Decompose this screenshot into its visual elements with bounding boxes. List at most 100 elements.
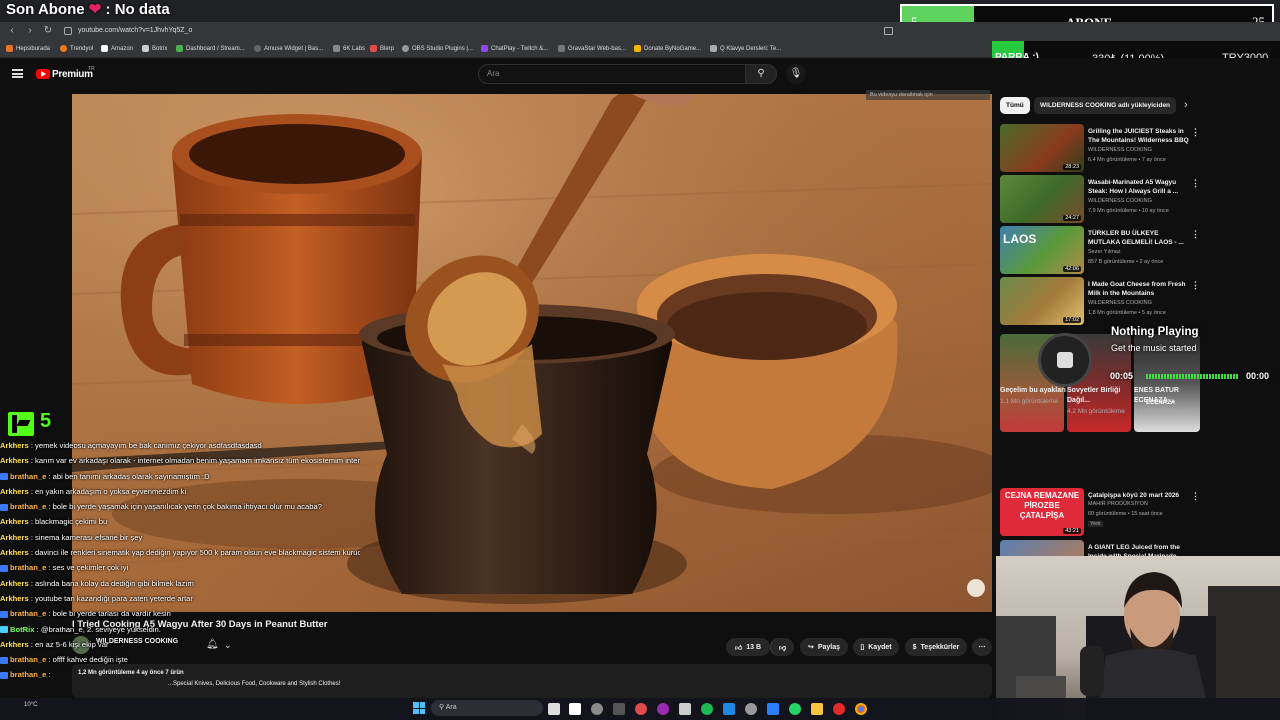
mic-icon[interactable]: 🎙 [786,64,806,84]
chat-username: Arkhers [0,517,29,527]
bookmark-item[interactable]: Q Klavye Dersleri: Te... [710,45,781,52]
new-badge: Yeni [1088,521,1103,527]
site-info-icon[interactable] [64,27,72,35]
app-icon[interactable] [767,703,779,715]
opera-icon[interactable] [833,703,845,715]
rec-meta: 60 görüntüleme • 15 saat önce [1088,511,1163,517]
more-icon[interactable]: ⋮ [1191,491,1200,502]
folder-icon[interactable] [811,703,823,715]
recommendation-item[interactable]: 28:23 Grilling the JUICIEST Steaks in Th… [1000,124,1200,172]
task-view-icon[interactable] [548,703,560,715]
spotify-icon[interactable] [701,703,713,715]
recommendation-item[interactable]: LAOS 42:06 TÜRKLER BU ÜLKEYE MUTLAKA GEL… [1000,226,1200,274]
chat-text: davinci ile renkleri sinematik yap dediğ… [35,548,360,558]
chat-username: Arkhers [0,532,29,542]
recommendation-item[interactable]: 17:02 I Made Goat Cheese from Fresh Milk… [1000,277,1200,325]
chat-message: Arkhers : sinema kamerası efsane bir şey [0,532,143,542]
dislike-button[interactable]: 👎︎ [770,638,794,656]
like-button[interactable]: 👍︎ 13 B [726,638,770,656]
search-icon: ⚲ [757,68,765,79]
app-icon[interactable] [635,703,647,715]
recommendation-item[interactable]: CEJNA REMAZANE PİROZBE ÇATALPİŞA 43:21 Ç… [1000,488,1200,536]
app-icon[interactable] [657,703,669,715]
thumbnail: 28:23 [1000,124,1084,172]
bookmark-item[interactable]: Botrix [142,45,167,52]
chip-all[interactable]: Tümü [1000,97,1030,114]
bookmark-item[interactable]: Hepsiburada [6,45,50,52]
share-icon: ↪ [807,644,814,651]
bookmark-item[interactable]: Amazon [101,45,133,52]
chrome-icon[interactable] [855,703,867,715]
explorer-icon[interactable] [569,703,581,715]
app-icon[interactable] [723,703,735,715]
chat-message: brathan_e : bole bi yerde tarlası da var… [0,606,360,621]
app-icon[interactable] [679,703,691,715]
chat-username: brathan_e [10,471,47,481]
whatsapp-icon[interactable] [789,703,801,715]
chat-message: Arkhers : davinci ile renkleri sinematik… [0,545,360,560]
bookmark-item[interactable]: Dashboard / Stream... [176,45,245,52]
recommendation-item[interactable]: A GIANT LEG Juiced from the Inside with … [1000,540,1200,556]
bookmark-item[interactable]: ChatPlay - Twitch &... [481,45,548,52]
start-icon[interactable] [413,702,425,714]
short-item[interactable]: Sovyetler Birliği Dağıl... 4,2 Mn görünt… [1067,386,1133,417]
chat-text: ses ve çekimler çok iyi [52,563,129,573]
bookmark-item[interactable]: OBS Studio Plugins |... [402,45,473,52]
app-icon[interactable] [745,703,757,715]
bookmark-item[interactable]: Donate ByNoGame... [634,45,701,52]
thanks-button[interactable]: $ Teşekkürler [905,638,967,656]
chat-badge-icon [0,610,8,618]
rec-meta: 7,9 Mn görüntüleme • 10 ay önce [1088,208,1169,214]
back-icon[interactable]: ‹ [6,25,18,37]
rec-meta: 6,4 Mn görüntüleme • 7 ay önce [1088,157,1166,163]
url-text[interactable]: youtube.com/watch?v=1JhvhYq5Z_o [78,27,192,34]
forward-icon[interactable]: › [24,25,36,37]
chat-message: brathan_e : ses ve çekimler çok iyi [0,560,360,575]
rec-channel: Sezer Yılmaz [1088,249,1121,255]
reload-icon[interactable]: ↻ [42,25,54,37]
chat-username: Arkhers [0,548,29,558]
chat-overlay: Arkhers : yemek videosu açmayayım be bak… [0,438,360,720]
chat-text: bole bi yerde yaşamak için yaşanılıcak y… [52,502,322,512]
more-icon[interactable]: ⋮ [1191,229,1200,240]
taskbar-search[interactable]: ⚲ Ara [431,700,543,716]
search-icon: ⚲ [439,704,446,711]
search-input[interactable]: Ara [478,64,746,84]
more-icon[interactable]: ⋮ [1191,127,1200,138]
bookmark-item[interactable]: Blerp [370,45,394,52]
app-icon[interactable] [591,703,603,715]
music-disc-icon [1038,333,1092,387]
menu-icon[interactable] [12,69,23,78]
app-icon[interactable] [613,703,625,715]
weather-widget[interactable]: 10°C [24,702,37,708]
chip-uploader[interactable]: WILDERNESS COOKING adlı yükleyiciden [1034,97,1177,114]
chat-username: brathan_e [10,502,47,512]
bookmark-item[interactable]: Trendyol [60,45,93,52]
more-icon[interactable]: ⋮ [1191,178,1200,189]
short-item[interactable]: Geçelim bu ayakları 1,1 Mn görüntüleme [1000,386,1066,407]
bookmark-item[interactable]: 6K Labs [333,45,365,52]
thumbs-up-icon: 👍︎ [734,644,743,652]
short-views: 1,1 Mn görüntüleme [1000,398,1058,405]
short-views: 1,1 Mn görüntüleme [1134,408,1192,415]
search-button[interactable]: ⚲ [745,64,777,84]
chat-username: Arkhers [0,639,29,649]
recommendation-item[interactable]: 24:27 Wasabi-Marinated A5 Wagyu Steak: H… [1000,175,1200,223]
rec-title: Wasabi-Marinated A5 Wagyu Steak: How I A… [1088,179,1179,195]
rec-meta: 857 B görüntüleme • 2 ay önce [1088,259,1164,265]
youtube-logo-icon[interactable] [36,69,50,79]
chat-message: BotRix : @brathan_e, 2. seviyeye yükseld… [0,622,360,637]
cast-icon[interactable] [884,27,893,35]
more-icon[interactable]: ⋮ [1191,280,1200,291]
more-actions-icon[interactable]: ⋯ [972,638,992,656]
download-hint: Bu videoyu daraltmak için [866,90,990,100]
bookmark-item[interactable]: GravaStar Web-bas... [558,45,626,52]
chat-username: Arkhers [0,441,29,450]
chevron-right-icon[interactable]: › [1184,99,1188,111]
bookmark-item[interactable]: Amuse Widget | Bas... [254,45,323,52]
chat-text: abi ben tanımı arkadaş olarak sayınamışt… [52,471,210,481]
save-button[interactable]: ▯ Kaydet [853,638,899,656]
short-item[interactable]: ENES BATUR ECENAZA ... 1,1 Mn görüntülem… [1134,386,1200,417]
share-button[interactable]: ↪ Paylaş [800,638,848,656]
rec-channel: MAHIR PRODÜKSİYON [1088,501,1148,507]
